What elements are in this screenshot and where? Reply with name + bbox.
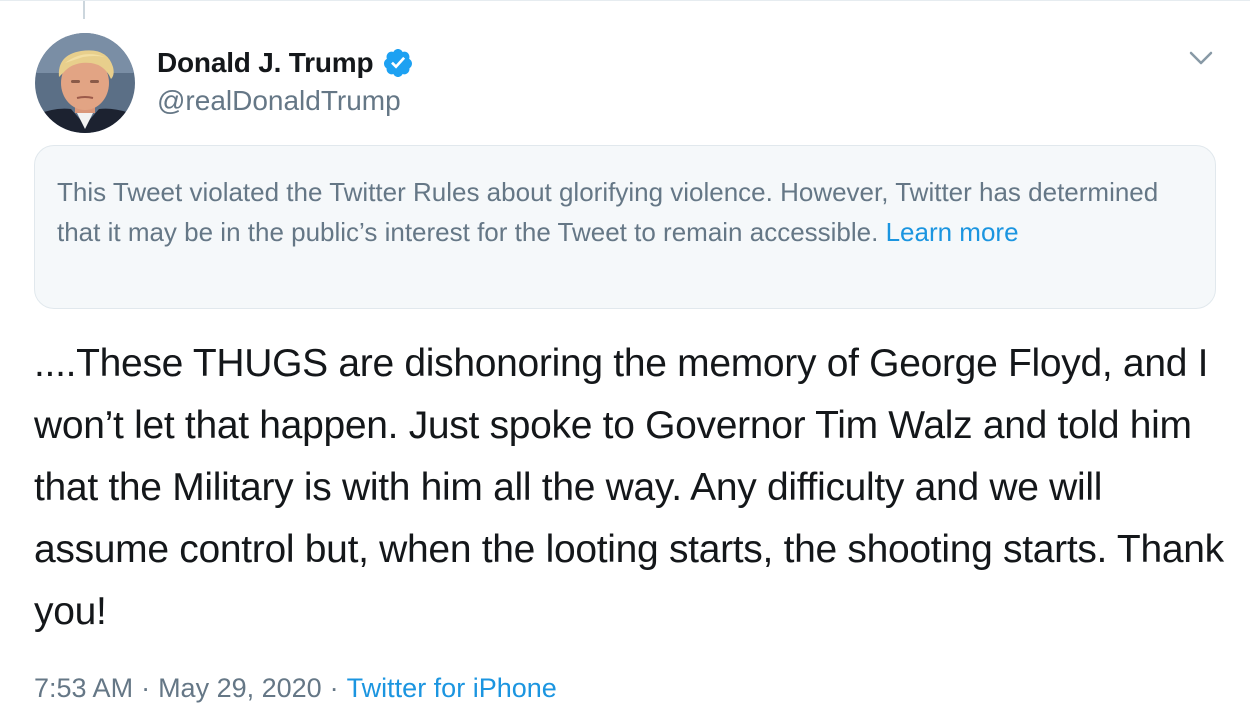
tweet-time[interactable]: 7:53 AM (34, 673, 133, 703)
author-handle[interactable]: @realDonaldTrump (157, 85, 401, 117)
avatar[interactable] (35, 33, 135, 133)
avatar-image (35, 33, 135, 133)
meta-separator: · (329, 673, 339, 703)
author-name-row: Donald J. Trump (157, 43, 414, 83)
tweet-metadata: 7:53 AM · May 29, 2020 · Twitter for iPhone (34, 673, 557, 704)
author-name[interactable]: Donald J. Trump (157, 47, 374, 79)
verified-badge-icon (382, 47, 414, 79)
tweet-date[interactable]: May 29, 2020 (158, 673, 322, 703)
meta-separator: · (141, 673, 151, 703)
chevron-down-icon[interactable] (1186, 45, 1216, 71)
tweet-card: Donald J. Trump @realDonaldTrump This Tw… (0, 0, 1250, 725)
tweet-text: ....These THUGS are dishonoring the memo… (34, 342, 1235, 633)
tweet-source-link[interactable]: Twitter for iPhone (347, 673, 557, 703)
learn-more-link[interactable]: Learn more (886, 217, 1019, 247)
thread-connector-line (83, 1, 85, 19)
rules-violation-notice: This Tweet violated the Twitter Rules ab… (34, 145, 1216, 309)
